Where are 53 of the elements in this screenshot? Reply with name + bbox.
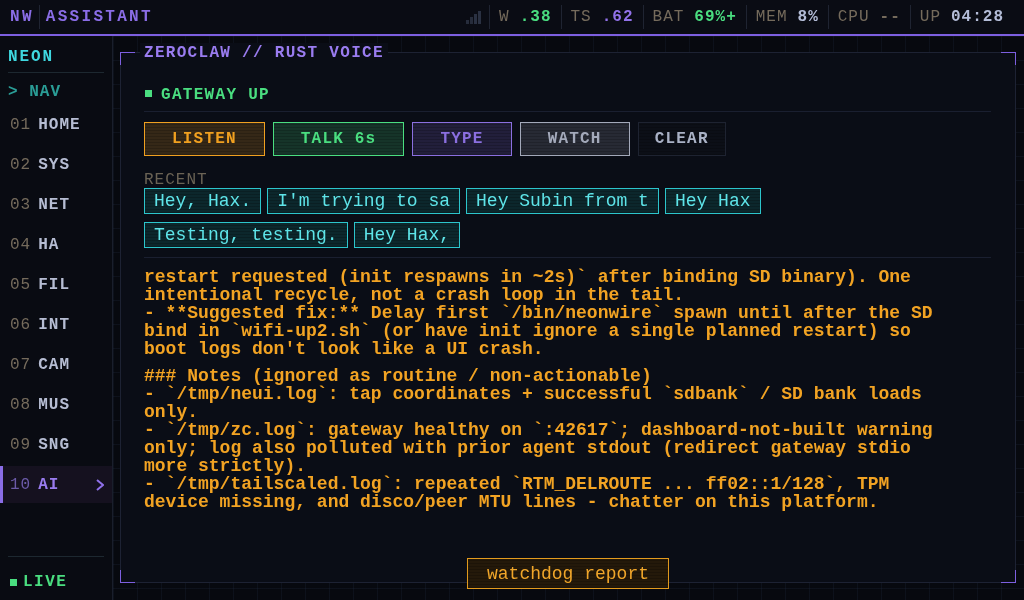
nav-item[interactable]: 02 SYS [0, 146, 112, 183]
nav-item[interactable]: 03 NET [0, 186, 112, 223]
watchdog-report-button[interactable]: watchdog report [467, 558, 669, 589]
nav-item[interactable]: 06 INT [0, 306, 112, 343]
nav-item[interactable]: 05 FIL [0, 266, 112, 303]
stat-value: .38 [519, 8, 552, 26]
stat-value: -- [879, 8, 901, 26]
log-text: - `/tmp/neui.log`: tap coordinates + successful `sdbank` / SD bank loads only. [144, 385, 923, 421]
nav-item[interactable]: 07 CAM [0, 346, 112, 383]
action-button[interactable]: WATCH [519, 122, 630, 156]
stat-value: .62 [601, 8, 634, 26]
nav-item[interactable]: 10 AI [0, 466, 112, 503]
recent-item[interactable]: Hey, Hax. [144, 188, 262, 214]
chevron-right-icon [96, 478, 104, 491]
recent-item[interactable]: Hey Hax [664, 188, 761, 214]
log-text: - `/tmp/tailscaled.log`: repeated `RTM_DELROUTE ... ff02::1/128`, TPM device missing, and disco/peer MTU lines - chatter on this platform. [144, 475, 891, 511]
sidebar-title: NEON [8, 48, 104, 73]
nav-item[interactable]: 09 SNG [0, 426, 112, 463]
section-label: > NAV [8, 83, 62, 101]
recent-item[interactable]: I'm trying to sa [267, 188, 461, 214]
log-text: - `/tmp/zc.log`: gateway healthy on `:42617`; dashboard-not-built warning only; log also polluted with prior agent stdout (redirect gateway stdio more strictly). [144, 421, 934, 475]
stat-value: 04:28 [951, 8, 1004, 26]
stat-value: 8% [797, 8, 819, 26]
stat-label: UP [919, 8, 941, 26]
gateway-status: GATEWAY UP [161, 86, 270, 104]
recent-label: RECENT [144, 172, 208, 188]
stat-label: MEM [755, 8, 788, 26]
recent-item[interactable]: Hey Hax, [353, 222, 461, 248]
action-button[interactable]: TALK 6s [272, 122, 405, 156]
corner-bracket-icon [120, 52, 135, 65]
action-button[interactable]: LISTEN [144, 122, 265, 156]
live-status: LIVE [23, 573, 68, 591]
corner-bracket-icon [1001, 570, 1016, 583]
action-button[interactable]: CLEAR [637, 122, 726, 156]
nav-item[interactable]: 01 HOME [0, 106, 112, 143]
log-text: ### Notes (ignored as routine / non-actionable) [144, 367, 653, 385]
recent-item[interactable]: Testing, testing. [144, 222, 348, 248]
brand-label: NW [10, 8, 34, 26]
nav-item[interactable]: 04 HA [0, 226, 112, 263]
stat-label: BAT [652, 8, 685, 26]
recent-item[interactable]: Hey Subin from t [466, 188, 659, 214]
log-text: restart requested (init respawns in ~2s)` after binding SD binary). One intentional recycle, not a crash loop in the tail. [144, 268, 912, 304]
action-button[interactable]: TYPE [412, 122, 512, 156]
corner-bracket-icon [1001, 52, 1016, 65]
log-text: - **Suggested fix:** Delay first `/bin/neonwire` spawn until after the SD bind in `wifi-up2.sh` (or have init ignore a single planned restart) so boot logs don't look like a UI crash. [144, 304, 934, 358]
stat-label: W [499, 8, 510, 26]
signal-icon [466, 10, 483, 24]
corner-bracket-icon [120, 570, 135, 583]
app-title: ASSISTANT [45, 8, 153, 26]
nav-item[interactable]: 08 MUS [0, 386, 112, 423]
stat-label: CPU [837, 8, 870, 26]
stat-label: TS [570, 8, 592, 26]
stat-value: 69%+ [694, 8, 737, 26]
